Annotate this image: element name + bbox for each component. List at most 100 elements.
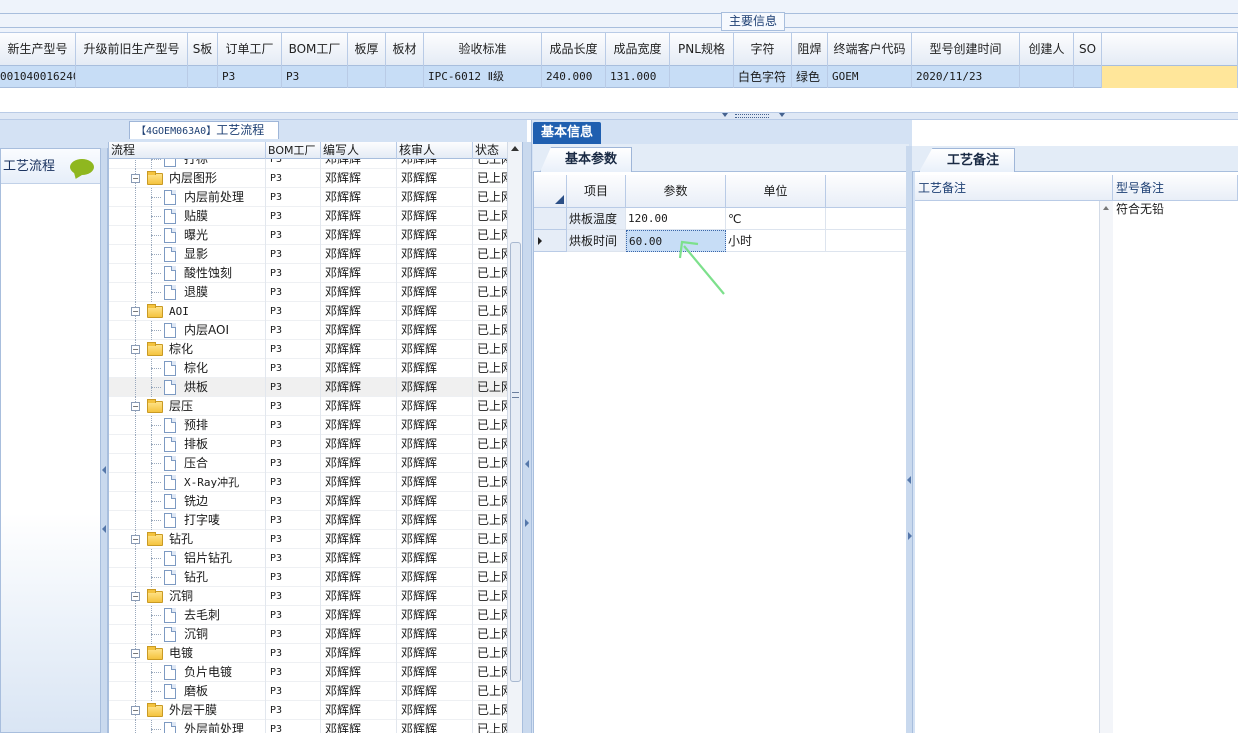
tree-writer-cell[interactable]: 邓辉辉 xyxy=(321,302,397,321)
tree-bom-cell[interactable]: P3 xyxy=(266,245,321,264)
tree-step-row[interactable]: 磨板P3邓辉辉邓辉辉已上网 xyxy=(109,682,507,701)
tree-writer-cell[interactable]: 邓辉辉 xyxy=(321,397,397,416)
tree-node-label[interactable]: 内层图形 xyxy=(169,169,217,188)
tree-status-cell[interactable]: 已上网 xyxy=(473,720,507,733)
tree-reviewer-cell[interactable]: 邓辉辉 xyxy=(397,454,473,473)
tree-reviewer-cell[interactable]: 邓辉辉 xyxy=(397,359,473,378)
main-col-solder-mask[interactable]: 阻焊 xyxy=(792,33,828,66)
tree-name-cell[interactable]: 排板 xyxy=(109,435,266,454)
tree-bom-cell[interactable]: P3 xyxy=(266,492,321,511)
main-col-length[interactable]: 成品长度 xyxy=(542,33,606,66)
tree-writer-cell[interactable]: 邓辉辉 xyxy=(321,701,397,720)
tree-name-cell[interactable]: − 沉铜 xyxy=(109,587,266,606)
tree-status-cell[interactable]: 已上网 xyxy=(473,359,507,378)
tree-reviewer-cell[interactable]: 邓辉辉 xyxy=(397,207,473,226)
tree-step-row[interactable]: 外层前处理P3邓辉辉邓辉辉已上网 xyxy=(109,720,507,733)
tree-bom-cell[interactable]: P3 xyxy=(266,568,321,587)
tree-reviewer-cell[interactable]: 邓辉辉 xyxy=(397,321,473,340)
collapse-toggle-icon[interactable]: − xyxy=(131,592,140,601)
tree-name-cell[interactable]: − 电镀 xyxy=(109,644,266,663)
process-note-textarea[interactable] xyxy=(915,201,1113,733)
tree-step-row[interactable]: 酸性蚀刻P3邓辉辉邓辉辉已上网 xyxy=(109,264,507,283)
tree-bom-cell[interactable]: P3 xyxy=(266,159,321,169)
tree-reviewer-cell[interactable]: 邓辉辉 xyxy=(397,530,473,549)
tree-node-label[interactable]: 排板 xyxy=(184,435,208,454)
main-col-s-board[interactable]: S板 xyxy=(188,33,218,66)
main-col-new-model[interactable]: 新生产型号 xyxy=(0,33,76,66)
tree-writer-cell[interactable]: 邓辉辉 xyxy=(321,606,397,625)
tree-name-cell[interactable]: 烘板 xyxy=(109,378,266,397)
tab-basic-params[interactable]: 基本参数 xyxy=(540,147,632,172)
tree-bom-cell[interactable]: P3 xyxy=(266,321,321,340)
tree-status-cell[interactable]: 已上网 xyxy=(473,492,507,511)
tree-bom-cell[interactable]: P3 xyxy=(266,207,321,226)
tree-grid-body[interactable]: 打标P3邓辉辉邓辉辉已上网−内层图形P3邓辉辉邓辉辉已上网内层前处理P3邓辉辉邓… xyxy=(109,159,507,733)
tree-step-row[interactable]: 铝片钻孔P3邓辉辉邓辉辉已上网 xyxy=(109,549,507,568)
tree-writer-cell[interactable]: 邓辉辉 xyxy=(321,321,397,340)
tree-node-label[interactable]: 外层前处理 xyxy=(184,720,244,733)
tree-name-cell[interactable]: 打字唛 xyxy=(109,511,266,530)
tree-writer-cell[interactable]: 邓辉辉 xyxy=(321,169,397,188)
tree-node-label[interactable]: 电镀 xyxy=(169,644,193,663)
tree-status-cell[interactable]: 已上网 xyxy=(473,226,507,245)
tree-bom-cell[interactable]: P3 xyxy=(266,625,321,644)
tree-status-cell[interactable]: 已上网 xyxy=(473,606,507,625)
row-indicator[interactable] xyxy=(534,230,567,252)
tree-name-cell[interactable]: 显影 xyxy=(109,245,266,264)
tree-reviewer-cell[interactable]: 邓辉辉 xyxy=(397,169,473,188)
tree-name-cell[interactable]: 去毛刺 xyxy=(109,606,266,625)
tree-writer-cell[interactable]: 邓辉辉 xyxy=(321,264,397,283)
tree-step-row[interactable]: 预排P3邓辉辉邓辉辉已上网 xyxy=(109,416,507,435)
main-info-grid[interactable]: 新生产型号 升级前旧生产型号 S板 订单工厂 BOM工厂 板厚 板材 验收标准 成品长度 成品宽度… xyxy=(0,33,1238,89)
tree-reviewer-cell[interactable]: 邓辉辉 xyxy=(397,245,473,264)
tree-reviewer-cell[interactable]: 邓辉辉 xyxy=(397,587,473,606)
param-col-value[interactable]: 参数 xyxy=(626,175,726,208)
tree-node-label[interactable]: 外层干膜 xyxy=(169,701,217,720)
tree-name-cell[interactable]: − 钻孔 xyxy=(109,530,266,549)
tree-reviewer-cell[interactable]: 邓辉辉 xyxy=(397,435,473,454)
tree-bom-cell[interactable]: P3 xyxy=(266,701,321,720)
main-col-thickness[interactable]: 板厚 xyxy=(348,33,386,66)
tree-col-reviewer[interactable]: 核审人 xyxy=(397,142,473,159)
tree-name-cell[interactable]: − AOI xyxy=(109,302,266,321)
main-grid-row[interactable]: 0010400162406 P3P3 IPC-6012 Ⅱ级240.000131.0… xyxy=(0,66,1238,88)
main-cell-solder-mask[interactable]: 绿色 xyxy=(792,66,828,88)
collapse-toggle-icon[interactable]: − xyxy=(131,307,140,316)
tree-node-label[interactable]: 打字唛 xyxy=(184,511,220,530)
tree-writer-cell[interactable]: 邓辉辉 xyxy=(321,416,397,435)
param-col-item[interactable]: 项目 xyxy=(567,175,626,208)
tree-writer-cell[interactable]: 邓辉辉 xyxy=(321,549,397,568)
tree-status-cell[interactable]: 已上网 xyxy=(473,625,507,644)
main-col-order-factory[interactable]: 订单工厂 xyxy=(218,33,282,66)
tree-node-label[interactable]: 显影 xyxy=(184,245,208,264)
param-item-cell[interactable]: 烘板时间 xyxy=(567,230,626,252)
tree-name-cell[interactable]: 铣边 xyxy=(109,492,266,511)
tree-name-cell[interactable]: 外层前处理 xyxy=(109,720,266,733)
tree-writer-cell[interactable]: 邓辉辉 xyxy=(321,226,397,245)
model-note-text[interactable]: 符合无铅 xyxy=(1116,200,1164,217)
tree-step-row[interactable]: 贴膜P3邓辉辉邓辉辉已上网 xyxy=(109,207,507,226)
tree-reviewer-cell[interactable]: 邓辉辉 xyxy=(397,682,473,701)
param-value-cell[interactable]: 120.00 xyxy=(626,208,726,230)
tree-node-label[interactable]: X-Ray冲孔 xyxy=(184,473,239,492)
tree-node-label[interactable]: 铣边 xyxy=(184,492,208,511)
tree-status-cell[interactable]: 已上网 xyxy=(473,435,507,454)
tree-bom-cell[interactable]: P3 xyxy=(266,416,321,435)
tree-step-row[interactable]: X-Ray冲孔P3邓辉辉邓辉辉已上网 xyxy=(109,473,507,492)
tree-reviewer-cell[interactable]: 邓辉辉 xyxy=(397,416,473,435)
tree-writer-cell[interactable]: 邓辉辉 xyxy=(321,473,397,492)
tree-node-label[interactable]: 钻孔 xyxy=(184,568,208,587)
tree-folder-row[interactable]: −外层干膜P3邓辉辉邓辉辉已上网 xyxy=(109,701,507,720)
tree-reviewer-cell[interactable]: 邓辉辉 xyxy=(397,264,473,283)
tree-bom-cell[interactable]: P3 xyxy=(266,549,321,568)
tree-writer-cell[interactable]: 邓辉辉 xyxy=(321,245,397,264)
tree-name-cell[interactable]: 磨板 xyxy=(109,682,266,701)
tree-writer-cell[interactable]: 邓辉辉 xyxy=(321,359,397,378)
tree-bom-cell[interactable]: P3 xyxy=(266,530,321,549)
collapse-toggle-icon[interactable]: − xyxy=(131,649,140,658)
tree-status-cell[interactable]: 已上网 xyxy=(473,159,507,169)
tree-bom-cell[interactable]: P3 xyxy=(266,682,321,701)
tree-bom-cell[interactable]: P3 xyxy=(266,169,321,188)
tree-bom-cell[interactable]: P3 xyxy=(266,264,321,283)
main-cell-creator[interactable] xyxy=(1020,66,1074,88)
